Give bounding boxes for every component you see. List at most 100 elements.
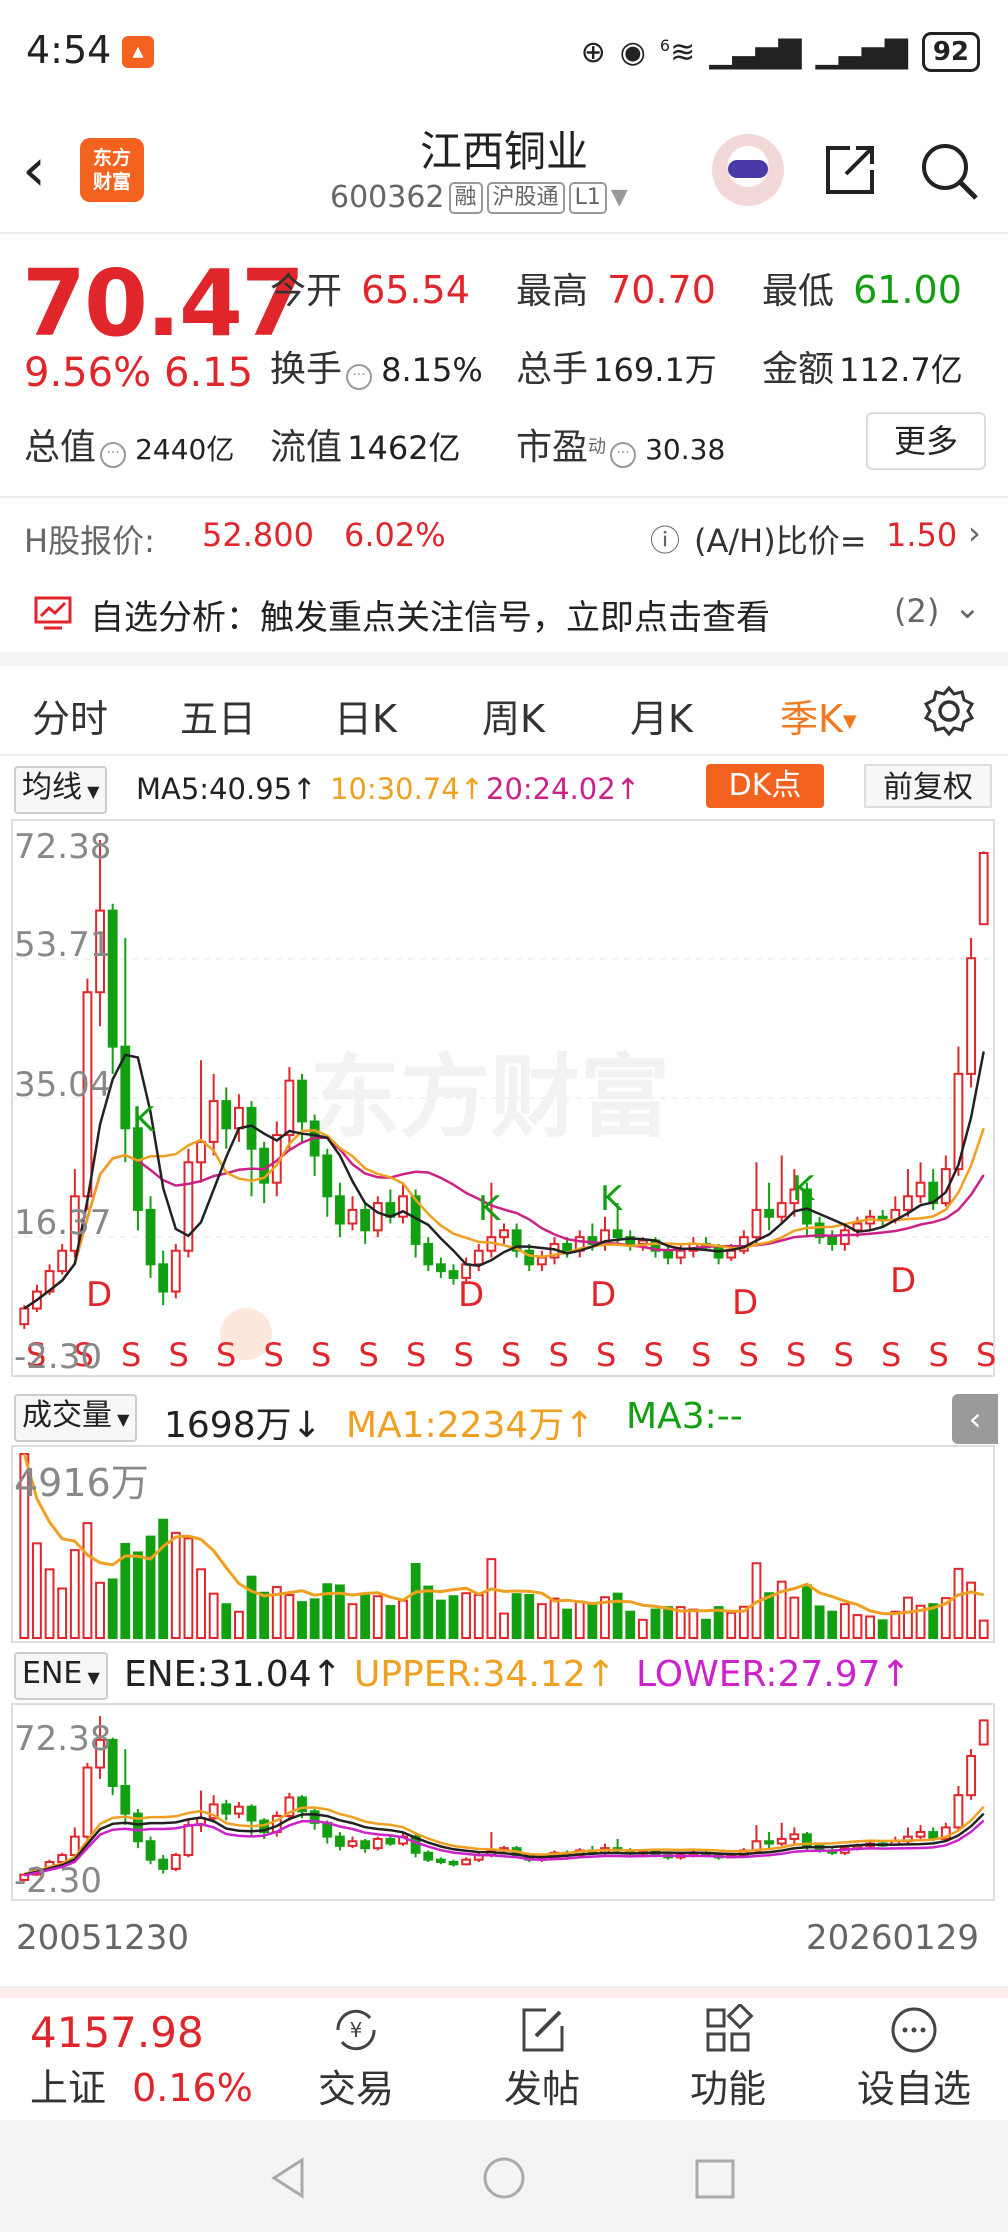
ene-line-layer xyxy=(24,1805,985,1877)
price-axis-bottom: -2.30 xyxy=(14,1337,102,1377)
nav-post-label: 发帖 xyxy=(503,2067,580,2111)
caret-down-icon: ▼ xyxy=(112,1410,130,1429)
candle-body xyxy=(360,1208,371,1232)
stock-code-row[interactable]: 600362 融 沪股通 L1 ▼ xyxy=(330,180,628,215)
volume-bar xyxy=(890,1610,901,1639)
ene-chart[interactable]: 72.38 -2.30 xyxy=(0,1702,1008,1902)
pointer-highlight xyxy=(220,1308,272,1360)
system-recents-icon[interactable] xyxy=(694,2158,736,2200)
more-circle-icon xyxy=(891,2007,937,2053)
candle-body xyxy=(385,1837,396,1845)
tab-quarterly[interactable]: 季K▼ xyxy=(780,688,857,743)
info-dots-icon[interactable]: ··· xyxy=(610,441,637,468)
system-back-icon[interactable] xyxy=(268,2156,308,2200)
tab-intraday[interactable]: 分时 xyxy=(32,688,108,743)
candle-body xyxy=(675,1249,686,1259)
volume-current: 1698万↓ xyxy=(164,1405,322,1446)
high-label: 最高 xyxy=(516,271,589,312)
analysis-banner[interactable]: 自选分析：触发重点关注信号，立即点击查看 (2) ⌄ xyxy=(0,578,1008,666)
assistant-robot-icon[interactable] xyxy=(712,134,784,206)
chevron-down-icon: ⌄ xyxy=(954,588,981,626)
info-dots-icon[interactable]: ··· xyxy=(346,363,373,390)
info-dots-icon[interactable]: ··· xyxy=(100,441,127,468)
candle-body xyxy=(499,1229,509,1239)
search-icon[interactable] xyxy=(918,140,980,202)
volume-bar xyxy=(473,1593,484,1639)
date-start: 20051230 xyxy=(16,1918,190,1958)
candle-body xyxy=(221,1100,232,1130)
system-home-icon[interactable] xyxy=(482,2156,526,2200)
nav-post-button[interactable]: 发帖 xyxy=(472,2004,612,2113)
volume-bar xyxy=(32,1542,42,1639)
index-ticker[interactable]: 4157.98 上证 0.16% xyxy=(30,2008,253,2112)
open-value: 65.54 xyxy=(361,268,470,312)
last-price: 70.47 xyxy=(22,250,305,357)
candle-body xyxy=(536,1256,547,1266)
gear-icon[interactable] xyxy=(922,684,976,738)
pe-label: 市盈 xyxy=(516,427,589,468)
nav-add-watchlist-button[interactable]: 设自选 xyxy=(844,2004,984,2113)
hshare-price: 52.800 xyxy=(202,516,314,554)
tab-daily[interactable]: 日K xyxy=(334,688,397,743)
signal-k: K xyxy=(792,1169,816,1209)
volume-bar xyxy=(549,1597,560,1639)
volume-bar xyxy=(69,1549,80,1639)
indicator-dropdown[interactable]: 均线 ▼ xyxy=(14,766,108,814)
help-icon[interactable]: ⓘ xyxy=(650,516,680,560)
tab-weekly[interactable]: 周K xyxy=(482,688,545,743)
candle-body xyxy=(612,1229,623,1239)
volume-dropdown[interactable]: 成交量 ▼ xyxy=(14,1394,138,1442)
bottom-nav: 4157.98 上证 0.16% ¥ 交易 发帖 功能 设自选 xyxy=(0,1986,1008,2122)
collapse-panel-button[interactable]: ‹ xyxy=(952,1394,998,1444)
signal-s: S xyxy=(406,1336,426,1374)
candle-body xyxy=(372,1202,383,1232)
volume-bar xyxy=(802,1584,812,1640)
status-time: 4:54 xyxy=(26,28,112,72)
hshare-pct: 6.02% xyxy=(344,516,446,554)
volume-bar xyxy=(461,1592,472,1639)
volume-chart[interactable]: 4916万 xyxy=(0,1444,1008,1644)
system-nav-bar xyxy=(0,2120,1008,2232)
share-icon[interactable] xyxy=(820,140,880,200)
candle-body xyxy=(663,1249,674,1259)
candle-body xyxy=(423,1851,434,1861)
change-amount: 6.15 xyxy=(164,350,254,396)
tab-five-day[interactable]: 五日 xyxy=(180,688,256,743)
candle-body xyxy=(448,1860,459,1866)
hshare-row[interactable]: H股报价: 52.800 6.02% ⓘ (A/H)比价= 1.50 › xyxy=(0,496,1008,568)
kline-chart[interactable]: 东方财富 K K K K D D D D D SSSSSSSSSSSSSSSSS… xyxy=(0,818,1008,1380)
nav-functions-label: 功能 xyxy=(689,2067,766,2111)
nav-functions-button[interactable]: 功能 xyxy=(658,2004,798,2113)
nav-trade-button[interactable]: ¥ 交易 xyxy=(286,2004,426,2113)
signal-s: S xyxy=(454,1336,474,1374)
low-label: 最低 xyxy=(762,271,835,312)
signal-s: S xyxy=(596,1336,616,1374)
candle-body xyxy=(334,1835,345,1847)
ene-dropdown[interactable]: ENE ▼ xyxy=(14,1652,108,1700)
volume-ma1: MA1:2234万↑ xyxy=(346,1405,595,1446)
volume-bar xyxy=(663,1606,674,1639)
signal-s: S xyxy=(549,1336,569,1374)
adjust-mode-button[interactable]: 前复权 xyxy=(864,764,992,808)
volume-bar xyxy=(536,1603,547,1640)
wifi-icon: 6≋ xyxy=(659,34,696,70)
chevron-right-icon: › xyxy=(968,514,981,552)
ma20-value: 20:24.02↑ xyxy=(486,772,640,806)
more-button[interactable]: 更多 xyxy=(866,412,986,470)
signal-k: K xyxy=(132,1100,156,1140)
tab-monthly[interactable]: 月K xyxy=(630,688,693,743)
candle-body xyxy=(208,1100,219,1143)
connect-tag: 沪股通 xyxy=(486,181,565,214)
change-percent: 9.56% xyxy=(24,350,152,396)
indicator-dropdown-label: 均线 xyxy=(22,770,82,805)
volume-bar xyxy=(423,1585,434,1639)
dk-signal-button[interactable]: DK点 xyxy=(706,764,824,808)
candle-body xyxy=(562,1242,573,1252)
trade-icon: ¥ xyxy=(336,2009,376,2051)
volume-bar xyxy=(398,1599,408,1640)
index-name: 上证 xyxy=(30,2066,107,2110)
volume-label: 总手 xyxy=(516,349,589,390)
candle-body xyxy=(953,1794,964,1829)
volume-bar xyxy=(865,1615,875,1639)
candle-body xyxy=(297,1079,307,1123)
